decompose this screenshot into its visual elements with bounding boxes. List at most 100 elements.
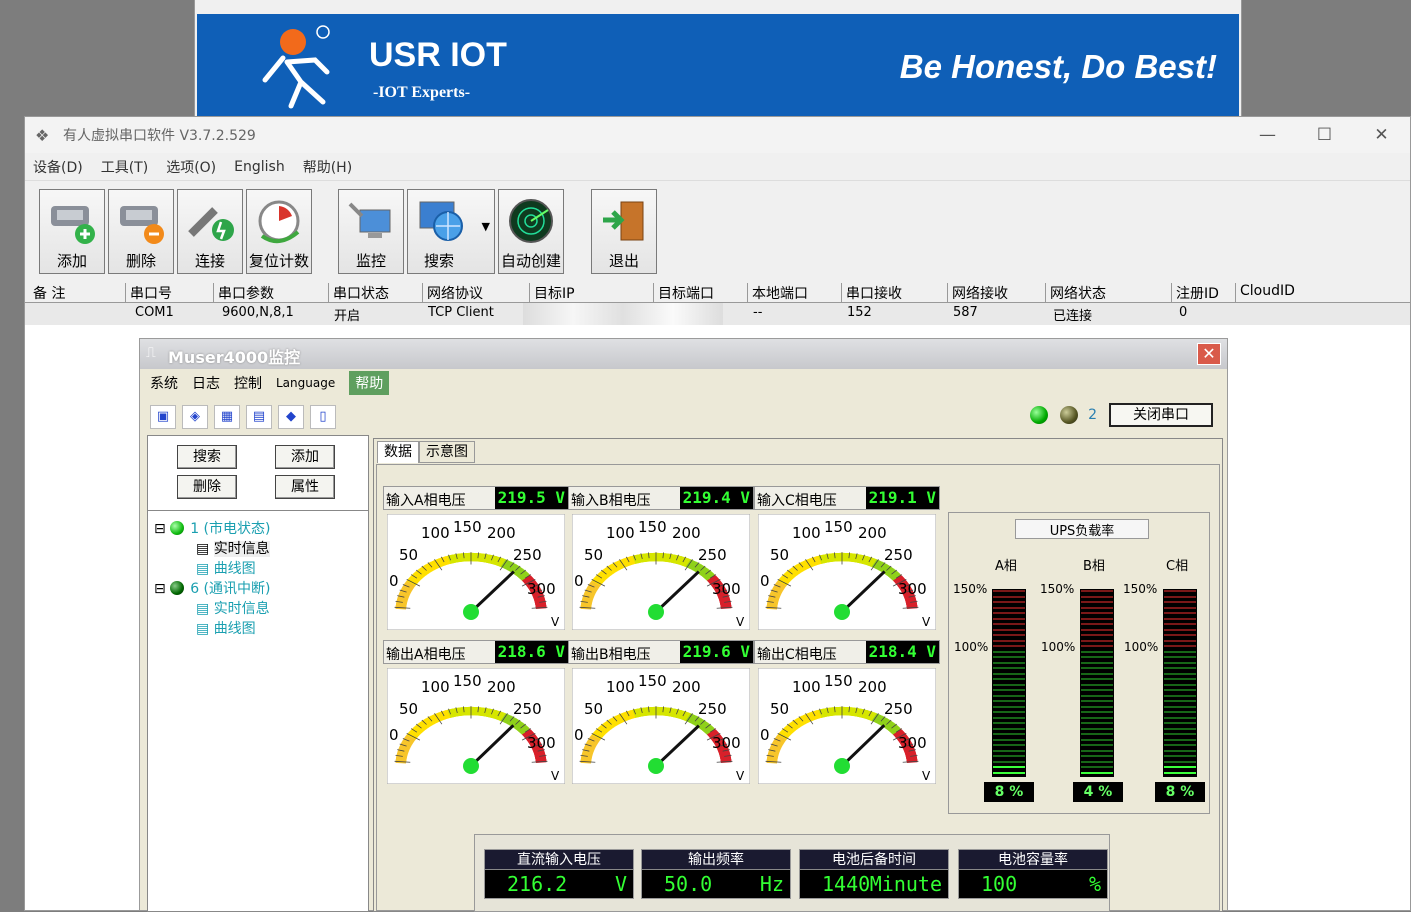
table-row[interactable]: COM1 9600,N,8,1 开启 TCP Client -- 152 587… [25,303,1410,325]
tree-props-button[interactable]: 属性 [275,475,335,499]
svg-text:300: 300 [712,734,741,752]
table-icon[interactable]: ▤ [246,405,272,429]
load-segment [1163,732,1197,736]
load-segment [1080,721,1114,725]
search-dropdown-icon[interactable]: ▼ [482,220,490,233]
tree-node[interactable]: ⊟ 6 (通讯中断) [154,578,270,598]
svg-text:200: 200 [672,524,701,542]
col-serial-rx[interactable]: 串口接收 [841,283,902,303]
collapse-icon[interactable]: ⊟ [154,581,166,597]
col-net-rx[interactable]: 网络接收 [947,283,1008,303]
menu-language[interactable]: Language [276,376,335,390]
col-reg-id[interactable]: 注册ID [1171,283,1219,303]
col-port[interactable]: 串口号 [125,283,172,303]
menu-help[interactable]: 帮助(H) [303,157,352,177]
load-segment [1080,644,1114,648]
load-segment [1163,749,1197,753]
tab-bar: 数据 示意图 [377,441,475,463]
tree-search-button[interactable]: 搜索 [177,445,237,469]
usr-banner: USR IOT -IOT Experts- Be Honest, Do Best… [197,14,1239,118]
load-segment [992,699,1026,703]
load-segment [1080,622,1114,626]
col-target-port[interactable]: 目标端口 [653,283,714,303]
menu-log[interactable]: 日志 [192,373,220,393]
monitor-close-button[interactable]: ✕ [1197,343,1221,365]
col-local-port[interactable]: 本地端口 [747,283,808,303]
device-icon[interactable]: ▣ [150,405,176,429]
monitor-icon [346,196,396,246]
load-segment [1163,754,1197,758]
network-icon[interactable]: ◈ [182,405,208,429]
connect-button[interactable]: 连接 [177,189,243,274]
tree-leaf[interactable]: ▤ 曲线图 [154,618,270,638]
load-segment [992,661,1026,665]
svg-text:V: V [736,615,745,629]
col-net-state[interactable]: 网络状态 [1045,283,1106,303]
load-segment [1163,716,1197,720]
load-segment [1163,765,1197,769]
load-segment [992,732,1026,736]
info-icon[interactable]: ◆ [278,405,304,429]
grid-icon[interactable]: ▦ [214,405,240,429]
reset-count-button[interactable]: 复位计数 [246,189,312,274]
load-segment [992,677,1026,681]
menu-system[interactable]: 系统 [150,373,178,393]
load-segment [992,721,1026,725]
load-segment [1163,628,1197,632]
usr-logo-icon [253,22,337,110]
svg-text:150: 150 [638,518,667,536]
cell-protocol: TCP Client [428,305,494,320]
svg-text:300: 300 [527,734,556,752]
load-segment [992,655,1026,659]
monitor-button[interactable]: 监控 [338,189,404,274]
load-segment [1080,732,1114,736]
menu-english[interactable]: English [234,159,285,175]
add-button[interactable]: 添加 [39,189,105,274]
load-segment [992,683,1026,687]
exit-icon[interactable]: ▯ [310,405,336,429]
menu-options[interactable]: 选项(O) [166,157,216,177]
load-segment [1163,738,1197,742]
phase-b-label: B相 [1083,555,1105,574]
search-globe-icon [416,196,466,246]
maximize-button[interactable]: ☐ [1296,117,1353,153]
col-params[interactable]: 串口参数 [213,283,274,303]
cell-state: 开启 [334,305,360,324]
load-segment [1163,606,1197,610]
load-segment [992,644,1026,648]
tree-node[interactable]: ⊟ 1 (市电状态) [154,518,270,538]
delete-button[interactable]: 删除 [108,189,174,274]
menu-tools[interactable]: 工具(T) [101,157,148,177]
monitor-title-bar: ⎍ Muser4000监控 ✕ [140,339,1227,369]
col-remark[interactable]: 备 注 [29,283,65,303]
load-segment [1080,710,1114,714]
col-state[interactable]: 串口状态 [328,283,389,303]
tree-add-button[interactable]: 添加 [275,445,335,469]
menu-control[interactable]: 控制 [234,373,262,393]
close-port-button[interactable]: 关闭串口 [1109,403,1213,427]
load-segment [1080,705,1114,709]
gauge-input-a: 输入A相电压219.5 V 050100150200250300V [383,486,569,634]
collapse-icon[interactable]: ⊟ [154,521,166,537]
tree-leaf[interactable]: ▤ 实时信息 [154,598,270,618]
tree-delete-button[interactable]: 删除 [177,475,237,499]
search-button[interactable]: ▼ 搜索 [407,189,495,274]
menu-device[interactable]: 设备(D) [33,157,83,177]
tree-leaf[interactable]: ▤ 实时信息 [154,538,270,558]
auto-create-button[interactable]: 自动创建 [498,189,564,274]
svg-text:0: 0 [760,726,770,744]
close-button[interactable]: ✕ [1353,117,1410,153]
col-target-ip[interactable]: 目标IP [529,283,575,303]
tree-leaf[interactable]: ▤ 曲线图 [154,558,270,578]
load-segment [992,606,1026,610]
col-cloud-id[interactable]: CloudID [1235,283,1295,303]
col-protocol[interactable]: 网络协议 [422,283,483,303]
minimize-button[interactable]: — [1239,117,1296,153]
tab-diagram[interactable]: 示意图 [419,441,475,463]
port-grid-header: 备 注 串口号 串口参数 串口状态 网络协议 目标IP 目标端口 本地端口 串口… [25,281,1410,303]
load-segment [992,760,1026,764]
tab-data[interactable]: 数据 [377,441,419,463]
svg-text:V: V [551,615,560,629]
exit-button[interactable]: 退出 [591,189,657,274]
menu-monitor-help[interactable]: 帮助 [349,371,389,395]
